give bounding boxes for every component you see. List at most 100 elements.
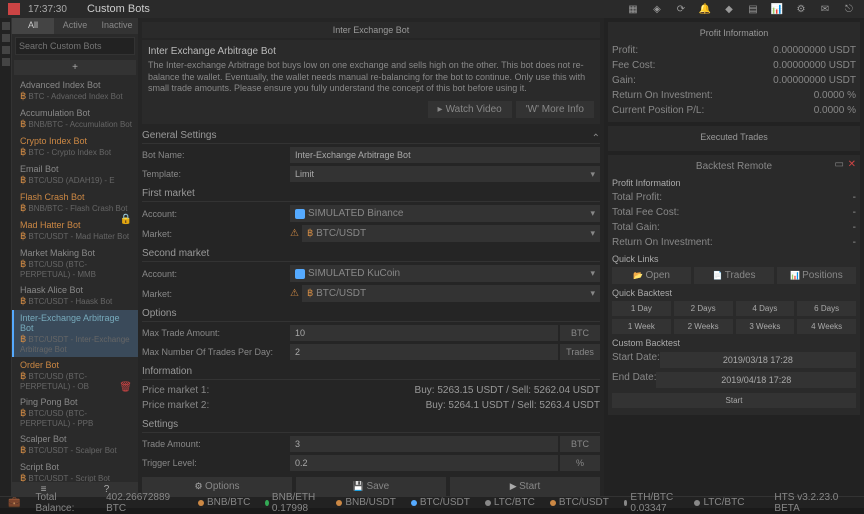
market2-label: Market: bbox=[142, 289, 290, 299]
exit-icon[interactable]: ⎋ bbox=[842, 2, 856, 16]
layers-icon[interactable]: ▤ bbox=[746, 2, 760, 16]
ticker-item[interactable]: BNB/USDT bbox=[336, 492, 396, 514]
ticker-item[interactable]: BNB/BTC bbox=[198, 492, 250, 514]
bot-item[interactable]: Order Bot฿BTC/USD (BTC-PERPETUAL) - OB 🗑 bbox=[12, 357, 138, 394]
version: HTS v3.2.23.0 BETA bbox=[774, 492, 856, 514]
backtest-header: Backtest Remote▭✕ bbox=[612, 159, 856, 174]
more-info-button[interactable]: 'W' More Info bbox=[516, 101, 594, 118]
ticker-item[interactable]: LTC/BTC bbox=[485, 492, 535, 514]
refresh-icon[interactable]: ⟳ bbox=[674, 2, 688, 16]
section-second-market: Second market bbox=[142, 248, 600, 262]
app-logo bbox=[8, 3, 20, 15]
maxta-input[interactable]: 10 bbox=[290, 325, 558, 341]
page-title: Custom Bots bbox=[87, 3, 150, 15]
inbox-icon[interactable]: ✉ bbox=[818, 2, 832, 16]
gear-icon[interactable]: ⚙ bbox=[794, 2, 808, 16]
start-date-input[interactable]: 2019/03/18 17:28 bbox=[660, 352, 856, 368]
qb-4weeks[interactable]: 4 Weeks bbox=[797, 319, 856, 334]
price2-label: Price market 2: bbox=[142, 400, 209, 411]
price1-label: Price market 1: bbox=[142, 385, 209, 396]
trades-button[interactable]: 📄 Trades bbox=[694, 267, 773, 284]
nav-icon[interactable] bbox=[2, 46, 10, 54]
template-select[interactable]: Limit bbox=[290, 166, 600, 182]
open-button[interactable]: 📂 Open bbox=[612, 267, 691, 284]
warn-icon: ⚠ bbox=[290, 228, 299, 239]
bot-item[interactable]: Market Making Bot฿BTC/USD (BTC-PERPETUAL… bbox=[12, 245, 138, 282]
bot-item[interactable]: Flash Crash Bot฿BNB/BTC - Flash Crash Bo… bbox=[12, 189, 138, 217]
section-general: General Settings bbox=[142, 130, 600, 144]
qb-4days[interactable]: 4 Days bbox=[736, 301, 795, 316]
tab-all[interactable]: All bbox=[12, 18, 54, 34]
qb-3weeks[interactable]: 3 Weeks bbox=[736, 319, 795, 334]
activity-bar bbox=[0, 18, 12, 496]
maxtpd-label: Max Number Of Trades Per Day: bbox=[142, 347, 290, 357]
tab-active[interactable]: Active bbox=[54, 18, 96, 34]
warn-icon: ⚠ bbox=[290, 288, 299, 299]
wallet-icon: 💼 bbox=[8, 497, 20, 508]
bot-item[interactable]: Ping Pong Bot฿BTC/USD (BTC-PERPETUAL) - … bbox=[12, 394, 138, 431]
bot-item[interactable]: Advanced Index Bot฿BTC - Advanced Index … bbox=[12, 77, 138, 105]
play-icon: ▸ bbox=[438, 104, 443, 115]
ticker-item[interactable]: BNB/ETH 0.17998 bbox=[265, 492, 321, 514]
bot-item[interactable]: Scalper Bot฿BTC/USDT - Scalper Bot bbox=[12, 431, 138, 459]
price2-value: Buy: 5264.1 USDT / Sell: 5263.4 USDT bbox=[426, 400, 600, 411]
positions-button[interactable]: 📊 Positions bbox=[777, 267, 856, 284]
clock: 17:37:30 bbox=[28, 4, 67, 15]
qb-6days[interactable]: 6 Days bbox=[797, 301, 856, 316]
nav-icon[interactable] bbox=[2, 58, 10, 66]
account2-select[interactable]: SIMULATED KuCoin bbox=[290, 265, 600, 282]
account1-select[interactable]: SIMULATED Binance bbox=[290, 205, 600, 222]
qb-1week[interactable]: 1 Week bbox=[612, 319, 671, 334]
bot-item[interactable]: Email Bot฿BTC/USD (ADAH19) - E bbox=[12, 161, 138, 189]
minimize-icon[interactable]: ▭ bbox=[835, 159, 844, 170]
balance-value: 402.26672889 BTC bbox=[106, 492, 183, 514]
nav-icon[interactable] bbox=[2, 22, 10, 30]
grid-icon[interactable]: ▦ bbox=[626, 2, 640, 16]
ticker-item[interactable]: ETH/BTC 0.03347 bbox=[624, 492, 680, 514]
section-first-market: First market bbox=[142, 188, 600, 202]
search-input[interactable] bbox=[15, 37, 135, 55]
end-date-input[interactable]: 2019/04/18 17:28 bbox=[656, 372, 856, 388]
profit-info-header: Profit Information bbox=[612, 26, 856, 40]
bell-icon[interactable]: 🔔 bbox=[698, 2, 712, 16]
maxta-label: Max Trade Amount: bbox=[142, 328, 290, 338]
ticker-item[interactable]: BTC/USDT bbox=[411, 492, 470, 514]
close-icon[interactable]: ✕ bbox=[848, 159, 856, 170]
backtest-start-button[interactable]: Start bbox=[612, 393, 856, 408]
balance-label: Total Balance: bbox=[35, 492, 91, 514]
panel-header: Inter Exchange Bot bbox=[142, 22, 600, 38]
market2-select[interactable]: ฿ BTC/USDT bbox=[302, 285, 600, 302]
maxtpd-input[interactable]: 2 bbox=[290, 344, 558, 360]
bot-description-text: The Inter-exchange Arbitrage bot buys lo… bbox=[148, 60, 594, 95]
trigger-input[interactable]: 0.2 bbox=[290, 455, 558, 471]
diamond-icon[interactable]: ◆ bbox=[722, 2, 736, 16]
account1-label: Account: bbox=[142, 209, 290, 219]
market1-label: Market: bbox=[142, 229, 290, 239]
chart-icon[interactable]: 📊 bbox=[770, 2, 784, 16]
bot-item[interactable]: Accumulation Bot฿BNB/BTC - Accumulation … bbox=[12, 105, 138, 133]
section-information: Information bbox=[142, 366, 600, 380]
market1-select[interactable]: ฿ BTC/USDT bbox=[302, 225, 600, 242]
ticker-item[interactable]: LTC/BTC bbox=[694, 492, 744, 514]
ticker-item[interactable]: BTC/USDT bbox=[550, 492, 609, 514]
bot-item[interactable]: Script Bot฿BTC/USDT - Script Bot bbox=[12, 459, 138, 482]
bot-list: Advanced Index Bot฿BTC - Advanced Index … bbox=[12, 77, 138, 482]
tag-icon[interactable]: ◈ bbox=[650, 2, 664, 16]
watch-video-button[interactable]: ▸Watch Video bbox=[428, 101, 512, 118]
add-bot-button[interactable]: + bbox=[14, 60, 136, 75]
tab-inactive[interactable]: Inactive bbox=[96, 18, 138, 34]
ta-input[interactable]: 3 bbox=[290, 436, 558, 452]
account2-label: Account: bbox=[142, 269, 290, 279]
nav-icon[interactable] bbox=[2, 34, 10, 42]
bot-item[interactable]: Haask Alice Bot฿BTC/USDT - Haask Bot bbox=[12, 282, 138, 310]
bot-description-title: Inter Exchange Arbitrage Bot bbox=[148, 46, 594, 57]
botname-input[interactable]: Inter-Exchange Arbitrage Bot bbox=[290, 147, 600, 163]
bot-item[interactable]: Crypto Index Bot฿BTC - Crypto Index Bot bbox=[12, 133, 138, 161]
qb-2weeks[interactable]: 2 Weeks bbox=[674, 319, 733, 334]
collapse-icon[interactable]: ⌃ bbox=[592, 133, 600, 144]
ta-label: Trade Amount: bbox=[142, 439, 290, 449]
bot-item[interactable]: Inter-Exchange Arbitrage Bot฿BTC/USDT - … bbox=[12, 310, 138, 357]
trigger-label: Trigger Level: bbox=[142, 458, 290, 468]
qb-2days[interactable]: 2 Days bbox=[674, 301, 733, 316]
qb-1day[interactable]: 1 Day bbox=[612, 301, 671, 316]
